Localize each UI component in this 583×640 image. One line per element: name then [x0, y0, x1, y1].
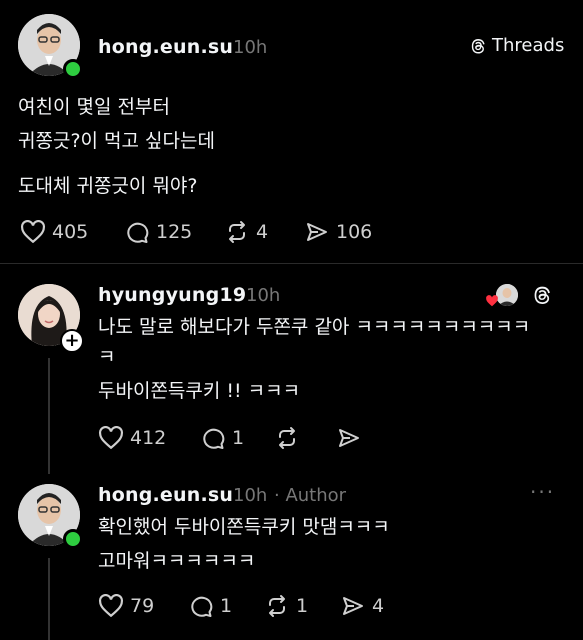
comment-count: 1 — [220, 595, 233, 617]
reply-time: 10h — [233, 485, 268, 506]
share-icon — [339, 429, 359, 447]
repost-button[interactable]: 1 — [264, 594, 308, 618]
repost-button[interactable]: 4 — [224, 220, 268, 244]
comment-icon — [127, 222, 149, 243]
comment-icon — [203, 428, 225, 449]
threads-logo-icon — [471, 38, 485, 53]
repost-icon — [279, 427, 295, 449]
reply-text-line-2: 고마워ㅋㅋㅋㅋㅋㅋ — [98, 550, 256, 572]
comment-count: 1 — [232, 427, 245, 449]
like-count: 412 — [130, 427, 167, 449]
like-count: 405 — [52, 221, 89, 243]
reply-username[interactable]: hyungyung19 — [98, 284, 246, 306]
more-icon[interactable]: ··· — [530, 480, 555, 504]
thread-line — [48, 358, 50, 474]
comment-button[interactable]: 125 — [124, 220, 192, 244]
post-text-line-1: 여친이 몇일 전부터 — [18, 96, 170, 118]
repost-icon — [269, 595, 285, 617]
author-reply-post: hong.eun.su 10h · Author ··· 확인했어 두바이쫀득쿠… — [0, 474, 583, 640]
author-liked-avatar — [496, 284, 518, 306]
like-button[interactable]: 405 — [20, 220, 88, 244]
reply-text-line-3: 두바이쫀득쿠키 !! ㅋㅋㅋ — [98, 380, 301, 402]
comment-icon — [191, 596, 213, 617]
threads-logo-icon[interactable] — [530, 283, 554, 307]
reply-text-line-1: 나도 말로 해보다가 두쫀쿠 같아 ㅋㅋㅋㅋㅋㅋㅋㅋㅋㅋ — [98, 316, 531, 338]
comment-button[interactable]: 1 — [200, 426, 244, 450]
reply-username[interactable]: hong.eun.su — [98, 484, 233, 506]
heart-icon — [99, 426, 123, 450]
share-count: 4 — [372, 595, 385, 617]
share-button[interactable]: 106 — [304, 220, 372, 244]
repost-button[interactable] — [274, 426, 300, 450]
like-button[interactable]: 79 — [98, 594, 154, 618]
repost-count: 1 — [296, 595, 309, 617]
share-icon — [307, 223, 327, 241]
post-time: 10h — [233, 37, 268, 58]
post-text-line-2: 귀쫑긋?이 먹고 싶다는데 — [18, 130, 215, 152]
reply-text-line-1: 확인했어 두바이쫀득쿠키 맛댐ㅋㅋㅋ — [98, 516, 390, 538]
share-count: 106 — [336, 221, 373, 243]
author-tag: · Author — [274, 485, 347, 506]
repost-icon — [229, 221, 245, 243]
online-status-indicator — [63, 59, 83, 79]
threads-app-label[interactable]: Threads — [468, 35, 564, 56]
post-username[interactable]: hong.eun.su — [98, 36, 233, 58]
share-icon — [343, 597, 363, 615]
threads-label: Threads — [492, 35, 565, 56]
heart-icon — [21, 220, 45, 244]
heart-icon — [99, 594, 123, 618]
online-status-indicator — [63, 529, 83, 549]
share-button[interactable] — [336, 426, 362, 450]
follow-plus-button[interactable]: + — [60, 329, 84, 353]
comment-count: 125 — [156, 221, 193, 243]
reply-text-line-2: ㅋ — [98, 346, 116, 368]
like-count: 79 — [130, 595, 155, 617]
like-button[interactable]: 412 — [98, 426, 166, 450]
reply-time: 10h — [246, 285, 281, 306]
share-button[interactable]: 4 — [340, 594, 384, 618]
repost-count: 4 — [256, 221, 269, 243]
main-post: hong.eun.su 10h Threads 여친이 몇일 전부터 귀쫑긋?이… — [0, 0, 583, 265]
thread-line — [48, 558, 50, 640]
reply-post: + hyungyung19 10h 나도 말로 해보다가 두쫀쿠 같아 ㅋㅋㅋㅋ… — [0, 264, 583, 474]
post-text-line-3: 도대체 귀쫑긋이 뭐야? — [18, 175, 198, 197]
liked-heart-icon — [486, 295, 498, 307]
comment-button[interactable]: 1 — [188, 594, 232, 618]
